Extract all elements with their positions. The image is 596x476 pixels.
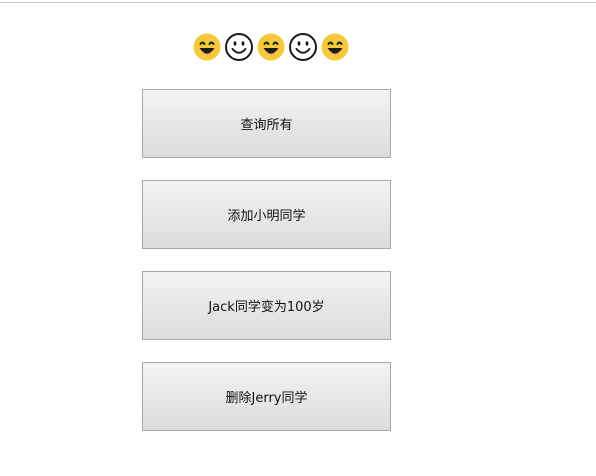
smiling-face-outline-icon [289, 33, 317, 61]
emoji-row [0, 31, 542, 63]
grinning-face-icon [193, 33, 221, 61]
set-jack-age-button[interactable]: Jack同学变为100岁 [142, 271, 391, 340]
page: 查询所有 添加小明同学 Jack同学变为100岁 删除Jerry同学 [0, 0, 596, 476]
grinning-face-icon [321, 33, 349, 61]
delete-jerry-button[interactable]: 删除Jerry同学 [142, 362, 391, 431]
add-xiaoming-button[interactable]: 添加小明同学 [142, 180, 391, 249]
smiling-face-outline-icon [225, 33, 253, 61]
grinning-face-icon [257, 33, 285, 61]
query-all-button[interactable]: 查询所有 [142, 89, 391, 158]
top-divider [0, 2, 596, 3]
